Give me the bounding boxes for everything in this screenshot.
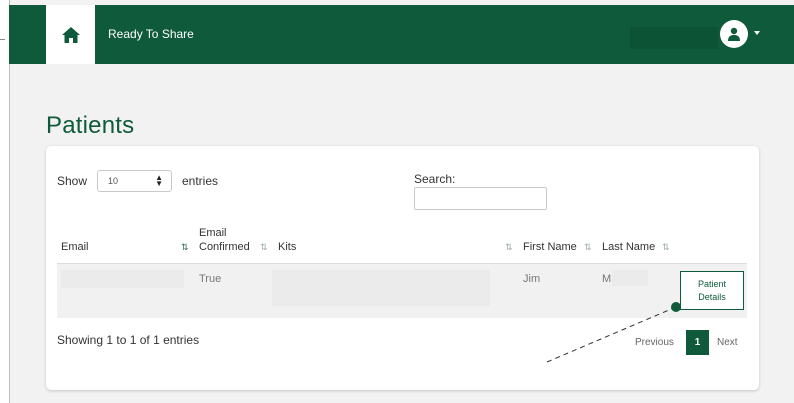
callout-dot	[671, 302, 681, 312]
callout-annotation	[546, 302, 681, 363]
callout-line	[546, 306, 677, 363]
